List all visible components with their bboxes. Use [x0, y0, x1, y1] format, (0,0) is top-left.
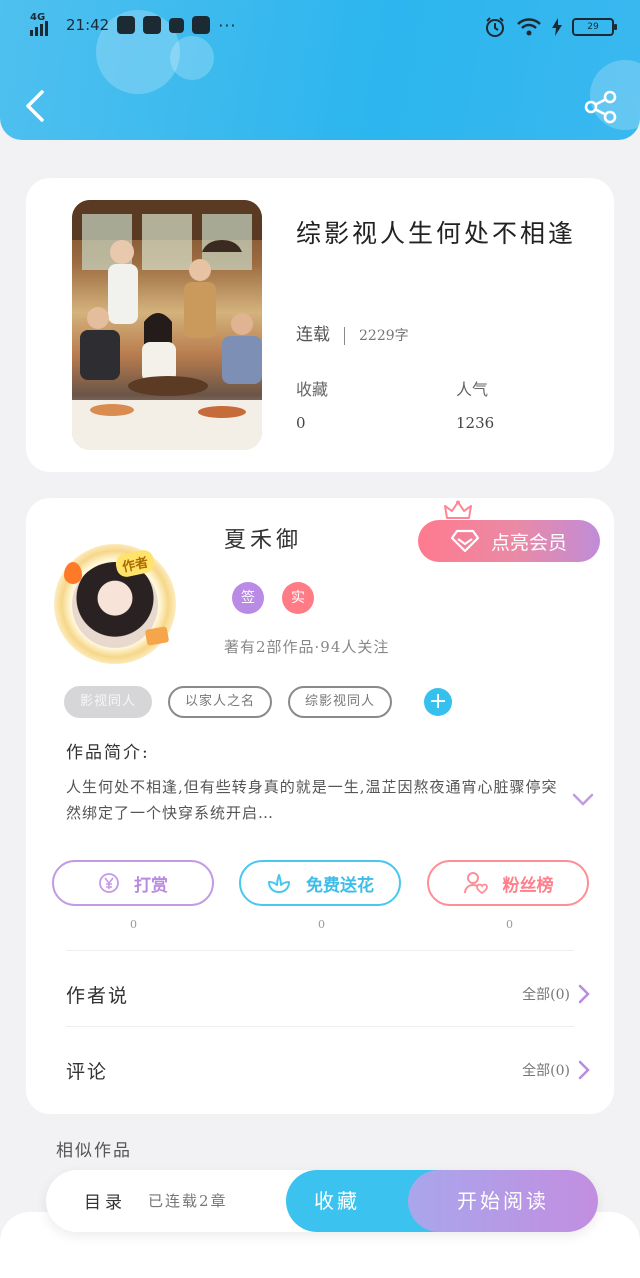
add-tag-button[interactable]: +: [424, 688, 453, 716]
activate-vip-button[interactable]: 点亮会员: [418, 520, 600, 562]
book-cover-image[interactable]: [72, 200, 262, 450]
book-title: 综影视人生何处不相逢: [296, 219, 577, 248]
book-info-card: 综影视人生何处不相逢 连载 2229字 收藏 人气 0 1236: [26, 178, 614, 472]
alarm-icon: [486, 17, 504, 37]
signal-icon: 4G: [30, 12, 58, 36]
author-stats: 著有2部作品·94人关注: [224, 638, 390, 656]
tag-item[interactable]: 以家人之名: [168, 686, 273, 718]
app-notification-icon: [117, 16, 136, 34]
word-count: 2229字: [359, 328, 409, 344]
table-of-contents-button[interactable]: 目录: [84, 1188, 126, 1213]
divider: [66, 950, 574, 951]
mail-notification-icon: [143, 16, 162, 34]
yen-icon: [99, 873, 119, 893]
send-flower-button[interactable]: 免费送花: [239, 860, 401, 906]
tip-count: 0: [130, 918, 137, 931]
tag-item[interactable]: 影视同人: [64, 686, 153, 718]
serial-status: 连载: [296, 325, 330, 345]
status-time: 21:42: [66, 16, 110, 34]
start-reading-button[interactable]: 开始阅读: [408, 1170, 598, 1232]
tag-item[interactable]: 综影视同人: [288, 686, 393, 718]
comments-more[interactable]: 全部(0): [522, 1060, 590, 1080]
divider: [66, 1026, 574, 1027]
verified-badge: 实: [282, 582, 314, 614]
back-button[interactable]: [20, 86, 52, 126]
comments-count: 全部(0): [522, 1063, 570, 1079]
book-status: 连载 2229字: [296, 320, 409, 345]
comments-title: 评论: [66, 1060, 109, 1083]
app-notification-icon: [169, 17, 185, 33]
similar-works-title: 相似作品: [56, 1141, 132, 1161]
popularity-label: 人气: [456, 380, 489, 399]
charging-icon: [552, 18, 562, 36]
book-icon: [144, 626, 170, 646]
diamond-icon: [450, 529, 479, 553]
author-says-title: 作者说: [66, 984, 130, 1007]
fan-ranking-label: 粉丝榜: [502, 875, 554, 896]
wifi-icon: [517, 18, 541, 36]
flower-icon: [268, 874, 290, 893]
fan-ranking-icon: [463, 872, 488, 895]
author-card: 作者 夏禾御 签 实 著有2部作品·94人关注 点亮会员 影视同人 以家人之名 …: [26, 498, 614, 1114]
chevron-right-icon: [578, 1060, 590, 1080]
tiktok-notification-icon: [192, 16, 211, 34]
fan-count: 0: [506, 918, 513, 931]
author-says-more[interactable]: 全部(0): [522, 984, 590, 1004]
flame-icon: [64, 562, 82, 584]
send-flower-label: 免费送花: [306, 875, 374, 896]
chevron-right-icon: [578, 984, 590, 1004]
favorites-count: 0: [296, 414, 306, 432]
comments-row[interactable]: 评论 全部(0): [66, 1050, 590, 1090]
author-says-count: 全部(0): [522, 987, 570, 1003]
author-name[interactable]: 夏禾御: [224, 522, 302, 554]
author-says-row[interactable]: 作者说 全部(0): [66, 974, 590, 1014]
top-header: 4G 21:42 ··· 29: [0, 0, 640, 140]
chapter-count: 已连载2章: [148, 1192, 228, 1210]
status-bar: 4G 21:42 ··· 29: [0, 0, 640, 56]
share-button[interactable]: [584, 90, 618, 124]
vip-button-label: 点亮会员: [490, 531, 567, 554]
tip-button[interactable]: 打赏: [52, 860, 214, 906]
tip-label: 打赏: [134, 875, 168, 896]
fan-ranking-button[interactable]: 粉丝榜: [427, 860, 589, 906]
favorites-label: 收藏: [296, 380, 329, 399]
chevron-down-icon[interactable]: [572, 792, 594, 808]
signed-badge: 签: [232, 582, 264, 614]
more-notifications: ···: [218, 15, 237, 35]
bottom-action-bar: 目录 已连载2章 收藏 开始阅读: [46, 1170, 598, 1232]
intro-title: 作品简介:: [66, 743, 150, 763]
intro-text: 人生何处不相逢,但有些转身真的就是一生,温芷因熬夜通宵心脏骤停突然绑定了一个快穿…: [66, 778, 558, 822]
crown-icon: [444, 500, 472, 519]
tag-list: 影视同人 以家人之名 综影视同人 +: [64, 686, 453, 718]
author-avatar[interactable]: 作者: [50, 542, 182, 664]
battery-indicator: 29: [572, 18, 617, 36]
flower-count: 0: [318, 918, 325, 931]
popularity-count: 1236: [456, 414, 495, 432]
